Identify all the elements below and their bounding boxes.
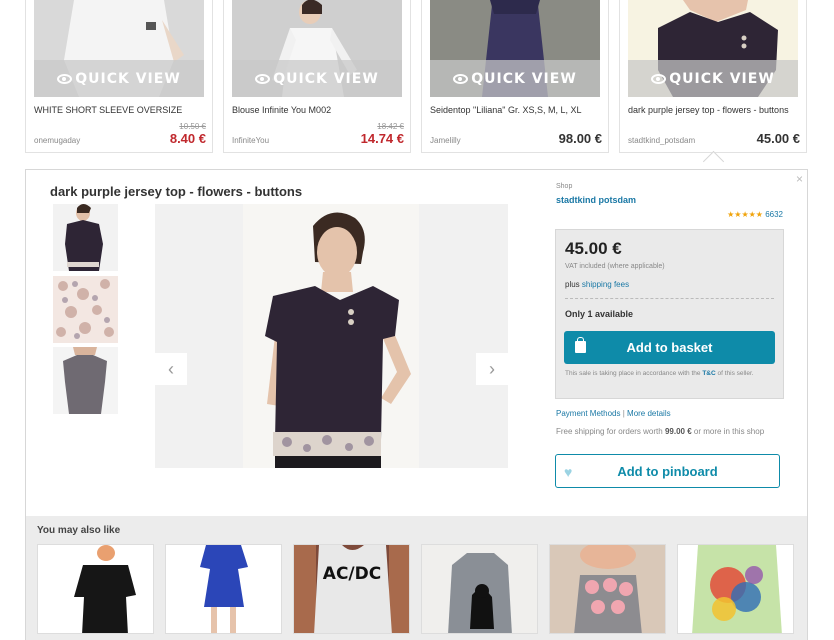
shop-link[interactable]: stadtkind potsdam xyxy=(556,195,636,205)
product-image[interactable]: QUICK VIEW xyxy=(34,0,204,97)
shop-name[interactable]: stadtkind_potsdam xyxy=(628,136,695,145)
availability: Only 1 available xyxy=(565,309,634,319)
recommendation-item[interactable]: AC/DC xyxy=(293,544,410,634)
product-title[interactable]: WHITE SHORT SLEEVE OVERSIZE xyxy=(34,105,206,115)
rating-stars[interactable]: ★★★★★ 6632 xyxy=(727,210,783,219)
price: 8.40 € xyxy=(169,131,206,146)
payment-methods-link[interactable]: Payment Methods xyxy=(556,409,620,418)
divider xyxy=(565,298,774,299)
shop-name[interactable]: InfiniteYou xyxy=(232,136,269,145)
next-image-arrow[interactable]: › xyxy=(476,353,508,385)
quick-view-button[interactable]: QUICK VIEW xyxy=(232,60,402,97)
shipping-fees-link[interactable]: shipping fees xyxy=(582,280,629,289)
product-image[interactable]: QUICK VIEW xyxy=(232,0,402,97)
product-title[interactable]: Blouse Infinite You M002 xyxy=(232,105,404,115)
product-card[interactable]: QUICK VIEW Blouse Infinite You M002 Infi… xyxy=(223,0,411,153)
product-title[interactable]: Seidentop "Liliana" Gr. XS,S, M, L, XL xyxy=(430,105,602,115)
product-grid: QUICK VIEW WHITE SHORT SLEEVE OVERSIZE o… xyxy=(0,0,834,156)
recommendations: You may also like AC/DC xyxy=(26,516,807,640)
old-price: 10.50 € xyxy=(179,122,206,131)
eye-icon xyxy=(255,73,271,84)
more-details-link[interactable]: More details xyxy=(627,409,671,418)
review-count: 6632 xyxy=(765,210,783,219)
eye-icon xyxy=(57,73,73,84)
recommendation-item[interactable] xyxy=(165,544,282,634)
price: 98.00 € xyxy=(558,131,602,146)
vat-note: VAT included (where applicable) xyxy=(565,263,665,270)
terms-link[interactable]: T&C xyxy=(702,370,715,377)
product-title: dark purple jersey top - flowers - butto… xyxy=(50,184,303,199)
shop-label: Shop xyxy=(556,183,573,190)
quick-view-button[interactable]: QUICK VIEW xyxy=(34,60,204,97)
product-card-selected[interactable]: QUICK VIEW dark purple jersey top - flow… xyxy=(619,0,807,153)
quick-view-button[interactable]: QUICK VIEW xyxy=(628,60,798,97)
recommendation-item[interactable] xyxy=(549,544,666,634)
product-image[interactable]: QUICK VIEW xyxy=(628,0,798,97)
product-card[interactable]: QUICK VIEW Seidentop "Liliana" Gr. XS,S,… xyxy=(421,0,609,153)
quick-view-panel: × dark purple jersey top - flowers - but… xyxy=(25,169,808,640)
svg-text:AC/DC: AC/DC xyxy=(323,564,381,584)
previous-image-arrow[interactable]: ‹ xyxy=(155,353,187,385)
quick-view-button[interactable]: QUICK VIEW xyxy=(430,60,600,97)
shop-name[interactable]: onemugaday xyxy=(34,136,80,145)
buy-box: 45.00 € VAT included (where applicable) … xyxy=(555,229,784,399)
price: 45.00 € xyxy=(565,239,622,258)
thumbnail-2[interactable] xyxy=(53,276,118,343)
section-heading: You may also like xyxy=(37,525,121,536)
product-card[interactable]: QUICK VIEW WHITE SHORT SLEEVE OVERSIZE o… xyxy=(25,0,213,153)
thumbnail-1[interactable] xyxy=(53,204,118,271)
free-shipping-note: Free shipping for orders worth 99.00 € o… xyxy=(556,427,765,436)
heart-icon: ♥ xyxy=(564,464,573,480)
product-title[interactable]: dark purple jersey top - flowers - butto… xyxy=(628,105,800,115)
shop-name[interactable]: Jamelilly xyxy=(430,136,461,145)
star-icons: ★★★★★ xyxy=(727,210,763,219)
close-icon[interactable]: × xyxy=(796,172,803,186)
add-to-basket-button[interactable]: Add to basket xyxy=(564,331,775,364)
price: 14.74 € xyxy=(360,131,404,146)
eye-icon xyxy=(651,73,667,84)
info-links: Payment Methods | More details xyxy=(556,409,671,418)
main-product-image: ‹ › xyxy=(155,204,508,468)
thumbnail-3[interactable] xyxy=(53,347,118,414)
recommendation-item[interactable] xyxy=(421,544,538,634)
shipping-line: plus shipping fees xyxy=(565,280,630,289)
add-to-pinboard-button[interactable]: ♥ Add to pinboard xyxy=(555,454,780,488)
terms-note: This sale is taking place in accordance … xyxy=(565,370,754,377)
old-price: 18.42 € xyxy=(377,122,404,131)
price: 45.00 € xyxy=(756,131,800,146)
recommendation-item[interactable] xyxy=(677,544,794,634)
shopping-bag-icon xyxy=(575,337,586,353)
eye-icon xyxy=(453,73,469,84)
recommendation-item[interactable] xyxy=(37,544,154,634)
product-image[interactable]: QUICK VIEW xyxy=(430,0,600,97)
